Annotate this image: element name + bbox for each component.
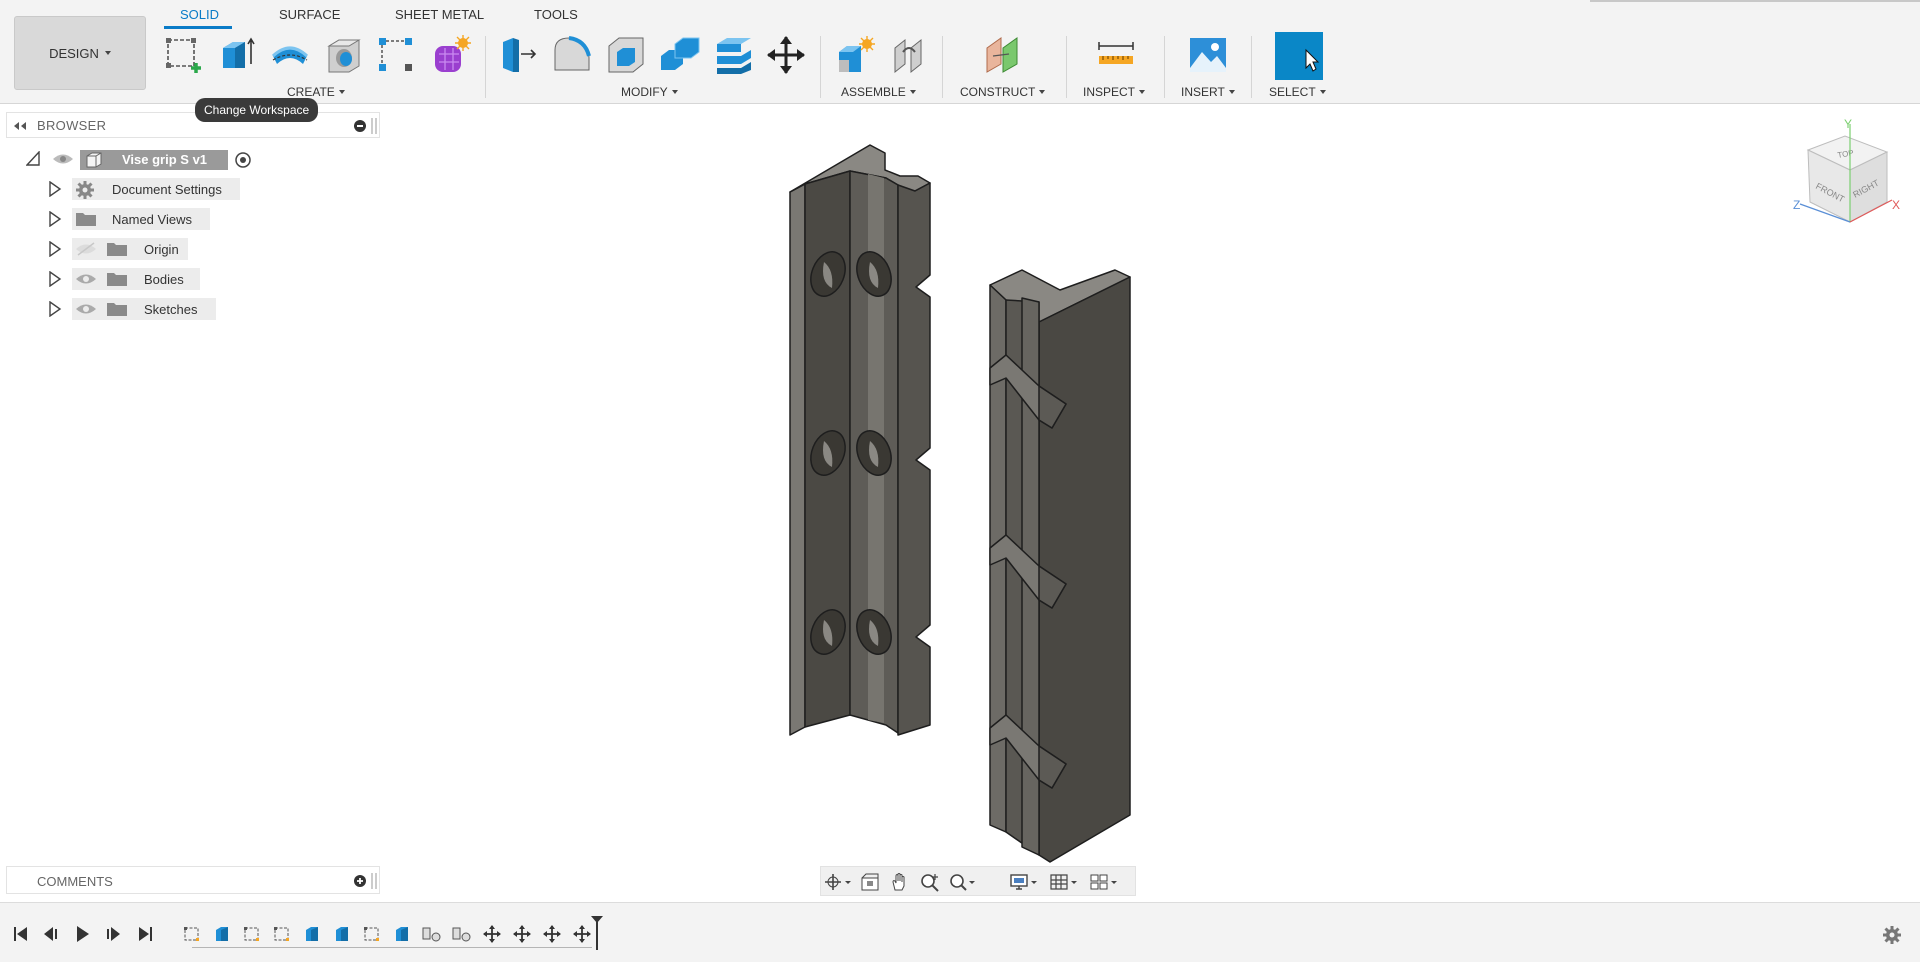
- workspace-label: DESIGN: [49, 45, 99, 61]
- chevron-down-icon: [1039, 90, 1046, 94]
- measure-icon[interactable]: [1094, 32, 1138, 78]
- navigation-bar: [820, 866, 1136, 896]
- timeline-joint-icon[interactable]: [420, 923, 444, 945]
- toolbar-divider: [485, 36, 486, 98]
- offset-plane-icon[interactable]: [982, 32, 1026, 78]
- tab-solid[interactable]: SOLID: [180, 7, 219, 22]
- toolbar-divider: [1066, 36, 1067, 98]
- tab-tools[interactable]: TOOLS: [534, 7, 578, 22]
- top-status-line: [1590, 0, 1920, 2]
- grid-icon[interactable]: [1049, 872, 1079, 892]
- toolbar-divider: [942, 36, 943, 98]
- orbit-icon[interactable]: [823, 872, 853, 892]
- timeline-track: [192, 947, 592, 948]
- toolbar-divider: [820, 36, 821, 98]
- timeline-extrude-icon[interactable]: [390, 923, 414, 945]
- next-icon[interactable]: [102, 923, 124, 945]
- insert-menu[interactable]: INSERT: [1181, 85, 1235, 99]
- pattern-icon[interactable]: [374, 32, 418, 78]
- timeline-sketch-icon[interactable]: [180, 923, 204, 945]
- insert-image-icon[interactable]: [1186, 32, 1230, 78]
- tab-sheet-metal[interactable]: SHEET METAL: [395, 7, 484, 22]
- modify-menu[interactable]: MODIFY: [621, 85, 678, 99]
- timeline-sketch-icon[interactable]: [360, 923, 384, 945]
- toolbar-divider: [1251, 36, 1252, 98]
- timeline-bar: [0, 902, 1920, 962]
- axis-y-label: Y: [1844, 117, 1852, 131]
- viewports-icon[interactable]: [1089, 872, 1119, 892]
- assemble-label: ASSEMBLE: [841, 85, 906, 99]
- timeline-move-icon[interactable]: [540, 923, 564, 945]
- construct-label: CONSTRUCT: [960, 85, 1036, 99]
- axis-x-label: X: [1892, 198, 1900, 212]
- previous-icon[interactable]: [40, 923, 62, 945]
- shell-icon[interactable]: [604, 32, 648, 78]
- select-menu[interactable]: SELECT: [1269, 85, 1326, 99]
- timeline-marker-icon[interactable]: [590, 915, 604, 951]
- workspace-switcher-button[interactable]: DESIGN: [14, 16, 146, 90]
- create-label: CREATE: [287, 85, 335, 99]
- inspect-label: INSPECT: [1083, 85, 1136, 99]
- timeline-joint-icon[interactable]: [450, 923, 474, 945]
- chevron-down-icon: [1139, 90, 1146, 94]
- toolbar: DESIGN SOLID SURFACE SHEET METAL TOOLS C…: [0, 0, 1920, 104]
- chevron-down-icon: [671, 90, 678, 94]
- active-tab-indicator: [164, 26, 232, 29]
- timeline-move-icon[interactable]: [480, 923, 504, 945]
- create-form-icon[interactable]: [428, 32, 472, 78]
- chevron-down-icon: [1319, 90, 1326, 94]
- chevron-down-icon: [909, 90, 916, 94]
- fillet-icon[interactable]: [550, 32, 594, 78]
- timeline-sketch-icon[interactable]: [240, 923, 264, 945]
- press-pull-icon[interactable]: [496, 32, 540, 78]
- toolbar-divider: [1164, 36, 1165, 98]
- assemble-menu[interactable]: ASSEMBLE: [841, 85, 916, 99]
- last-icon[interactable]: [134, 923, 156, 945]
- create-sketch-icon[interactable]: [162, 32, 206, 78]
- fusion-app-window: DESIGN SOLID SURFACE SHEET METAL TOOLS C…: [0, 0, 1920, 962]
- axis-z-label: Z: [1793, 198, 1800, 212]
- new-component-icon[interactable]: [834, 32, 878, 78]
- vise-jaw-left[interactable]: [789, 144, 931, 736]
- zoom-icon[interactable]: [915, 872, 945, 892]
- chevron-down-icon: [104, 51, 111, 55]
- chevron-down-icon: [1228, 90, 1235, 94]
- timeline-settings-gear-icon[interactable]: [1882, 925, 1902, 945]
- tooltip: Change Workspace: [195, 98, 319, 122]
- tab-surface[interactable]: SURFACE: [279, 7, 340, 22]
- model-viewport[interactable]: TOP FRONT RIGHT Y Z X: [0, 104, 1920, 894]
- pan-icon[interactable]: [885, 872, 915, 892]
- joint-icon[interactable]: [888, 32, 932, 78]
- insert-label: INSERT: [1181, 85, 1225, 99]
- split-body-icon[interactable]: [712, 32, 756, 78]
- select-icon[interactable]: [1275, 32, 1323, 80]
- play-icon[interactable]: [71, 923, 93, 945]
- combine-icon[interactable]: [658, 32, 702, 78]
- zoom-window-icon[interactable]: [947, 872, 977, 892]
- select-label: SELECT: [1269, 85, 1316, 99]
- inspect-menu[interactable]: INSPECT: [1083, 85, 1146, 99]
- timeline-extrude-icon[interactable]: [300, 923, 324, 945]
- vise-jaw-right[interactable]: [989, 269, 1131, 863]
- look-at-icon[interactable]: [855, 872, 885, 892]
- extrude-icon[interactable]: [214, 32, 258, 78]
- timeline-sketch-icon[interactable]: [270, 923, 294, 945]
- modify-label: MODIFY: [621, 85, 668, 99]
- chevron-down-icon: [338, 90, 345, 94]
- construct-menu[interactable]: CONSTRUCT: [960, 85, 1046, 99]
- timeline-extrude-icon[interactable]: [330, 923, 354, 945]
- display-settings-icon[interactable]: [1009, 872, 1039, 892]
- hole-icon[interactable]: [322, 32, 366, 78]
- move-icon[interactable]: [764, 32, 808, 78]
- create-menu[interactable]: CREATE: [287, 85, 345, 99]
- revolve-icon[interactable]: [268, 32, 312, 78]
- first-icon[interactable]: [10, 923, 32, 945]
- view-cube[interactable]: TOP FRONT RIGHT Y Z X: [1793, 117, 1900, 223]
- timeline-extrude-icon[interactable]: [210, 923, 234, 945]
- timeline-move-icon[interactable]: [510, 923, 534, 945]
